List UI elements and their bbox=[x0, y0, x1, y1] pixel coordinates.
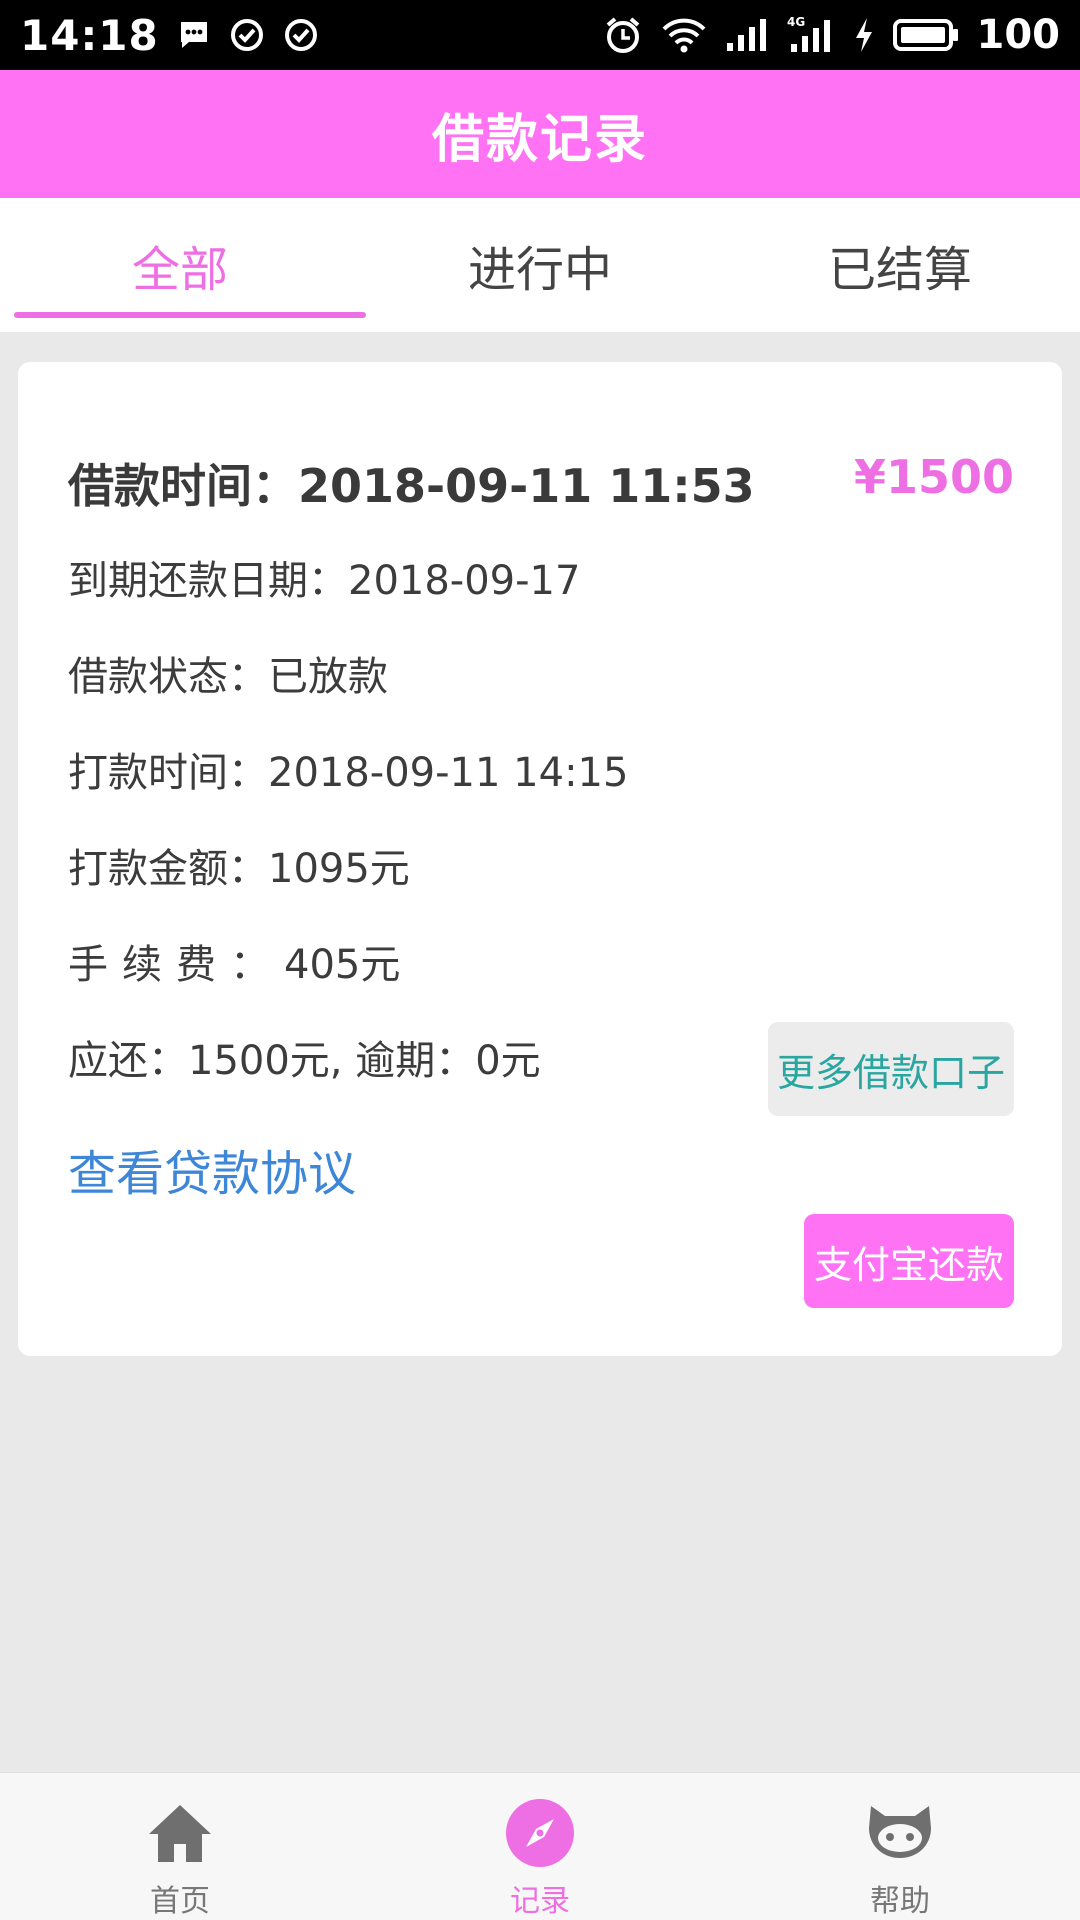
check-circle-icon bbox=[283, 17, 319, 53]
loan-time-value: 2018-09-11 11:53 bbox=[298, 459, 755, 513]
home-icon bbox=[144, 1797, 216, 1868]
payout-time: 打款时间：2018-09-11 14:15 bbox=[68, 750, 629, 796]
service-fee-label: 手续费： bbox=[68, 942, 284, 988]
svg-text:4G: 4G bbox=[787, 15, 805, 29]
signal-4g-icon: 4G bbox=[787, 14, 835, 56]
loan-amount: ¥1500 bbox=[853, 450, 1014, 504]
battery-level: 100 bbox=[976, 12, 1061, 58]
wifi-icon bbox=[661, 15, 707, 55]
nav-home[interactable]: 首页 bbox=[0, 1773, 360, 1920]
tab-settled[interactable]: 已结算 bbox=[720, 198, 1080, 332]
status-bar: 14:18 4G 100 bbox=[0, 0, 1080, 70]
more-loans-button[interactable]: 更多借款口子 bbox=[768, 1022, 1014, 1116]
alarm-icon bbox=[603, 15, 643, 55]
status-right: 4G 100 bbox=[603, 12, 1061, 58]
status-time: 14:18 bbox=[20, 10, 159, 60]
page-title: 借款记录 bbox=[431, 109, 648, 170]
view-agreement-link[interactable]: 查看贷款协议 bbox=[68, 1134, 356, 1204]
loan-record-card: 借款时间：2018-09-11 11:53 ¥1500 到期还款日期：2018-… bbox=[18, 362, 1062, 1356]
payout-amount: 打款金额：1095元 bbox=[68, 846, 410, 892]
loan-status: 借款状态：已放款 bbox=[68, 654, 388, 700]
app-header: 借款记录 bbox=[0, 70, 1080, 198]
compass-icon bbox=[504, 1797, 576, 1868]
message-icon bbox=[177, 18, 211, 52]
nav-help-label: 帮助 bbox=[870, 1884, 930, 1919]
loan-time: 借款时间：2018-09-11 11:53 bbox=[68, 450, 755, 516]
nav-home-label: 首页 bbox=[150, 1884, 210, 1919]
github-cat-icon bbox=[864, 1797, 936, 1868]
check-circle-icon bbox=[229, 17, 265, 53]
status-left: 14:18 bbox=[20, 11, 319, 60]
active-tab-indicator bbox=[14, 312, 366, 318]
alipay-repay-button[interactable]: 支付宝还款 bbox=[804, 1214, 1014, 1308]
charging-icon bbox=[853, 16, 875, 54]
battery-icon bbox=[892, 17, 959, 53]
service-fee: 手续费：405元 bbox=[68, 932, 400, 990]
signal-icon bbox=[725, 15, 769, 55]
bottom-nav: 首页 记录 帮助 bbox=[0, 1772, 1080, 1920]
nav-help[interactable]: 帮助 bbox=[720, 1773, 1080, 1920]
tab-in-progress[interactable]: 进行中 bbox=[360, 198, 720, 332]
nav-records[interactable]: 记录 bbox=[360, 1773, 720, 1920]
service-fee-value: 405元 bbox=[284, 942, 401, 988]
due-date: 到期还款日期：2018-09-17 bbox=[68, 558, 581, 604]
loan-time-label: 借款时间： bbox=[68, 459, 298, 513]
repayment-due: 应还：1500元, 逾期：0元 bbox=[68, 1038, 541, 1084]
nav-records-label: 记录 bbox=[510, 1884, 570, 1919]
